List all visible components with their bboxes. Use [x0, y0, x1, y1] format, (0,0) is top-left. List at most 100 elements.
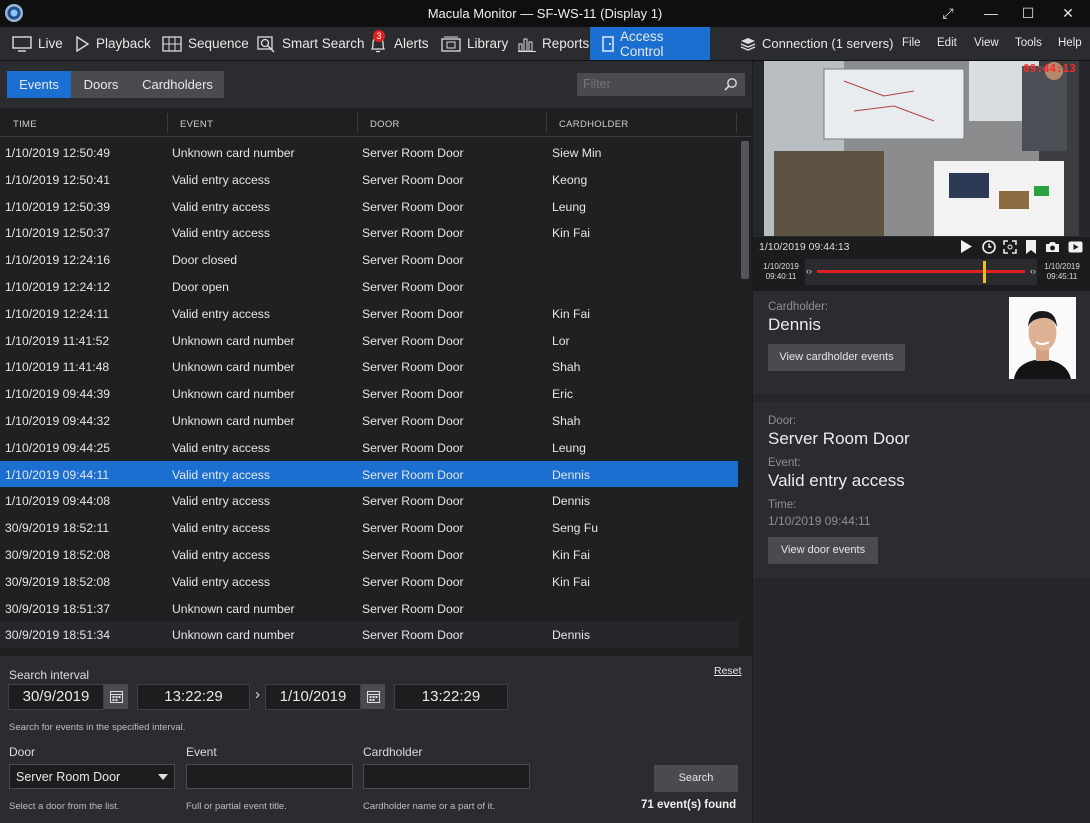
menu-help[interactable]: Help — [1058, 37, 1082, 49]
cell-event: Unknown card number — [172, 628, 295, 643]
results-count: 71 event(s) found — [641, 799, 737, 811]
start-date-field[interactable]: 30/9/2019 — [8, 684, 104, 710]
close-button[interactable]: ✕ — [1057, 3, 1079, 23]
table-row[interactable]: 30/9/2019 18:51:34 Unknown card number Ser… — [0, 621, 738, 649]
end-calendar-button[interactable] — [361, 684, 385, 709]
view-cardholder-events-button[interactable]: View cardholder events — [768, 344, 905, 371]
column-header-event[interactable]: EVENT — [180, 119, 213, 130]
cell-time: 30/9/2019 18:52:08 — [5, 547, 111, 562]
detail-panel: 09:44:13 1/10/2019 09:44:13 1/10/2019 09… — [753, 61, 1090, 823]
nav-alerts[interactable]: 3 Alerts — [364, 27, 433, 60]
search-icon[interactable] — [724, 77, 738, 91]
reset-link[interactable]: Reset — [714, 665, 741, 677]
connection-button[interactable]: Connection (1 servers) — [736, 27, 898, 60]
timeline-right-handle-icon[interactable]: ‹› — [1030, 266, 1036, 276]
table-row[interactable]: 30/9/2019 18:52:08 Valid entry access Serv… — [0, 541, 738, 568]
search-button[interactable]: Search — [654, 765, 738, 792]
cell-door: Server Room Door — [362, 547, 464, 562]
table-row[interactable]: 1/10/2019 11:41:52 Unknown card number Ser… — [0, 327, 738, 354]
table-row[interactable]: 1/10/2019 12:50:39 Valid entry access Serv… — [0, 193, 738, 220]
door-select[interactable]: Server Room Door — [9, 764, 175, 789]
nav-sequence[interactable]: Sequence — [158, 27, 253, 60]
table-row[interactable]: 1/10/2019 12:50:49 Unknown card number Ser… — [0, 139, 738, 166]
menu-file[interactable]: File — [902, 37, 921, 49]
nav-live[interactable]: Live — [8, 27, 67, 60]
table-row[interactable]: 1/10/2019 12:50:37 Valid entry access Serv… — [0, 219, 738, 246]
filter-input[interactable] — [577, 73, 745, 96]
start-time-field[interactable]: 13:22:29 — [137, 684, 250, 710]
menu-edit[interactable]: Edit — [937, 37, 957, 49]
nav-access-control-label: Access Control — [620, 28, 664, 59]
cell-time: 1/10/2019 12:50:39 — [5, 199, 111, 214]
nav-smart-search[interactable]: Smart Search — [252, 27, 369, 60]
view-door-events-button[interactable]: View door events — [768, 537, 878, 564]
table-row[interactable]: 1/10/2019 12:24:12 Door open Server Room D… — [0, 273, 738, 300]
table-row[interactable]: 30/9/2019 18:52:11 Valid entry access Serv… — [0, 514, 738, 541]
table-row[interactable]: 30/9/2019 18:51:37 Unknown card number Ser… — [0, 595, 738, 622]
cell-door: Server Room Door — [362, 253, 464, 268]
nav-reports[interactable]: Reports — [514, 27, 593, 60]
table-row[interactable]: 1/10/2019 09:44:11 Valid entry access Serv… — [0, 460, 738, 488]
monitor-icon — [12, 35, 32, 52]
end-time-field[interactable]: 13:22:29 — [394, 684, 508, 710]
cell-event: Valid entry access — [172, 172, 270, 187]
column-divider[interactable] — [357, 113, 358, 133]
column-header-time[interactable]: TIME — [13, 119, 37, 130]
cell-door: Server Room Door — [362, 601, 464, 616]
column-divider[interactable] — [736, 113, 737, 133]
restore-icon[interactable]: ⤢ — [937, 3, 959, 23]
fullscreen-icon[interactable] — [1003, 240, 1017, 254]
timeline-track[interactable]: ‹› ‹› — [805, 259, 1037, 285]
table-row[interactable]: 1/10/2019 09:44:25 Valid entry access Serv… — [0, 434, 738, 461]
cardholder-input[interactable] — [363, 764, 530, 789]
playhead-marker[interactable] — [983, 261, 986, 283]
column-header-door[interactable]: DOOR — [370, 119, 400, 130]
table-row[interactable]: 1/10/2019 12:24:11 Valid entry access Serv… — [0, 300, 738, 327]
video-export-icon[interactable] — [1068, 241, 1083, 253]
cell-event: Unknown card number — [172, 387, 295, 402]
table-row[interactable]: 1/10/2019 11:41:48 Unknown card number Ser… — [0, 353, 738, 380]
minimize-button[interactable]: — — [980, 3, 1002, 23]
tab-cardholders[interactable]: Cardholders — [131, 71, 224, 98]
nav-library[interactable]: Library — [437, 27, 512, 60]
table-row[interactable]: 1/10/2019 09:44:08 Valid entry access Serv… — [0, 487, 738, 514]
cell-time: 1/10/2019 12:24:16 — [5, 253, 111, 268]
table-row[interactable]: 1/10/2019 12:50:41 Valid entry access Serv… — [0, 166, 738, 193]
event-input[interactable] — [186, 764, 353, 789]
menu-view[interactable]: View — [974, 37, 999, 49]
menu-tools[interactable]: Tools — [1015, 37, 1042, 49]
timeline-left-handle-icon[interactable]: ‹› — [806, 266, 812, 276]
column-divider[interactable] — [167, 113, 168, 133]
clock-icon[interactable] — [982, 240, 996, 254]
tab-events[interactable]: Events — [7, 71, 71, 98]
column-divider[interactable] — [546, 113, 547, 133]
play-icon[interactable] — [960, 240, 973, 253]
interval-arrow: › — [255, 686, 260, 703]
cell-time: 1/10/2019 12:50:49 — [5, 146, 111, 160]
table-row[interactable]: 30/9/2019 18:52:08 Valid entry access Serv… — [0, 568, 738, 595]
bookmark-icon[interactable] — [1025, 240, 1037, 254]
cell-door: Server Room Door — [362, 521, 464, 536]
table-row[interactable]: 1/10/2019 09:44:32 Unknown card number Ser… — [0, 407, 738, 434]
camera-icon[interactable] — [1045, 241, 1060, 253]
nav-alerts-label: Alerts — [394, 36, 429, 51]
nav-reports-label: Reports — [542, 36, 590, 51]
camera-video[interactable]: 09:44:13 — [764, 61, 1079, 236]
cell-time: 1/10/2019 12:50:37 — [5, 226, 111, 241]
end-date-field[interactable]: 1/10/2019 — [265, 684, 361, 710]
nav-access-control[interactable]: Access Control — [590, 27, 710, 60]
camera-frame-image — [764, 61, 1079, 236]
cell-cardholder: Dennis — [552, 494, 590, 509]
cardholder-name: Dennis — [768, 315, 821, 334]
interval-hint: Search for events in the specified inter… — [9, 722, 186, 733]
cell-cardholder: Kin Fai — [552, 306, 590, 321]
tab-doors[interactable]: Doors — [71, 71, 131, 98]
nav-playback[interactable]: Playback — [70, 27, 155, 60]
column-header-cardholder[interactable]: CARDHOLDER — [559, 119, 629, 130]
cardholder-label: Cardholder — [363, 745, 423, 759]
maximize-button[interactable]: ☐ — [1017, 3, 1039, 23]
table-row[interactable]: 1/10/2019 12:24:16 Door closed Server Room… — [0, 246, 738, 273]
scrollbar-thumb[interactable] — [741, 141, 749, 279]
start-calendar-button[interactable] — [104, 684, 128, 709]
table-row[interactable]: 1/10/2019 09:44:39 Unknown card number Ser… — [0, 380, 738, 407]
